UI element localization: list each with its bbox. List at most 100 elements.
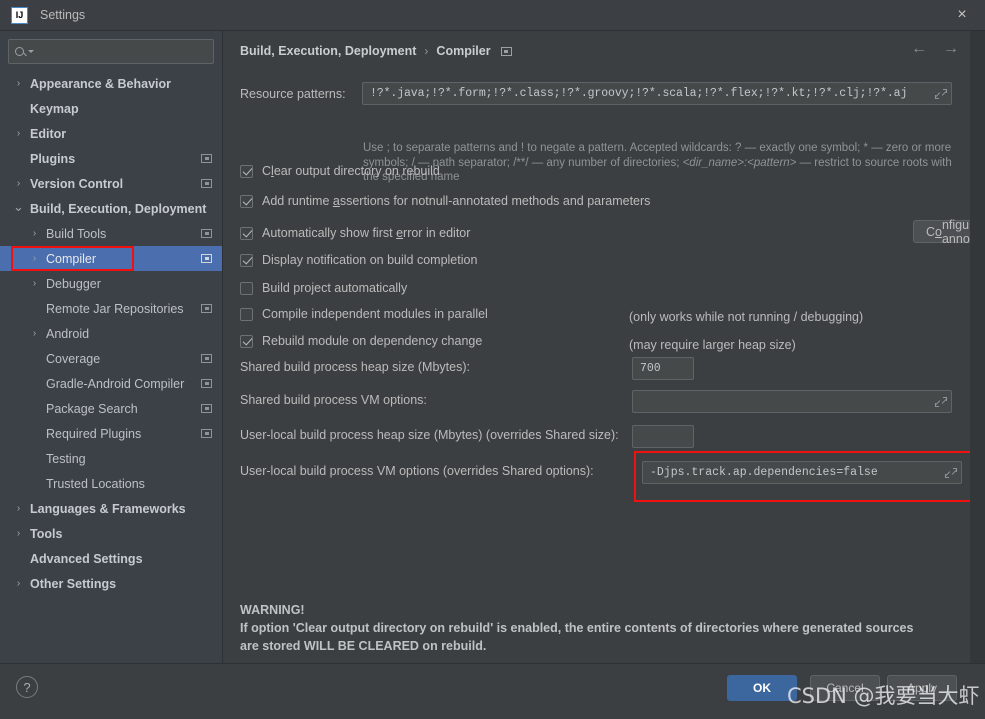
field-input-wrap[interactable] [632,425,694,448]
sidebar-item-build-execution-deployment[interactable]: ⌄ Build, Execution, Deployment [0,196,222,221]
field-label: Shared build process heap size (Mbytes): [240,360,470,374]
checkbox-label-post: rror in editor [403,226,471,240]
checkbox-checked-icon[interactable] [240,164,253,178]
resource-patterns-field[interactable] [362,82,952,105]
navigation-arrows: ← → [911,41,959,57]
sidebar-item-appearance-behavior[interactable]: › Appearance & Behavior [0,71,222,96]
chevron-right-icon[interactable]: › [12,128,25,139]
checkbox-checked-icon[interactable] [240,194,253,208]
breadcrumb-leaf[interactable]: Compiler [436,44,490,58]
sidebar-item-label: Gradle-Android Compiler [46,376,185,391]
window-titlebar: IJ Settings × [0,0,985,31]
sidebar-item-version-control[interactable]: › Version Control [0,171,222,196]
sidebar-item-advanced-settings[interactable]: Advanced Settings [0,546,222,571]
field-input-wrap[interactable] [642,461,962,484]
sidebar-item-keymap[interactable]: Keymap [0,96,222,121]
sidebar-item-other-settings[interactable]: › Other Settings [0,571,222,596]
ok-button[interactable]: OK [727,675,797,701]
note-parallel-modules: (may require larger heap size) [629,338,796,352]
checkbox-unchecked-icon[interactable] [240,307,253,321]
cancel-button[interactable]: Cancel [810,675,880,701]
checkbox-row-6[interactable]: Rebuild module on dependency change [240,332,482,350]
checkbox-row-4[interactable]: Build project automatically [240,279,407,297]
settings-main-panel: Build, Execution, Deployment › Compiler … [224,31,985,663]
sidebar-item-build-tools[interactable]: › Build Tools [0,221,222,246]
checkbox-row-0[interactable]: Clear output directory on rebuild [240,162,440,180]
sidebar-item-remote-jar-repositories[interactable]: Remote Jar Repositories [0,296,222,321]
chevron-down-icon[interactable]: ⌄ [12,200,25,213]
resource-patterns-input[interactable] [370,87,932,100]
chevron-right-icon[interactable]: › [28,328,41,339]
back-arrow-icon[interactable]: ← [911,41,927,57]
checkbox-checked-icon[interactable] [240,334,253,348]
sidebar-search-wrap [0,31,222,64]
project-scope-badge-icon [201,254,212,263]
sidebar-item-label: Appearance & Behavior [30,76,172,91]
apply-button[interactable]: Apply [887,675,957,701]
checkbox-label-pre: Automatically show first [262,226,397,240]
sidebar-item-label: Required Plugins [46,426,142,441]
expand-icon[interactable] [945,467,957,479]
warning-title: WARNING! [240,603,305,617]
search-input[interactable] [38,44,207,59]
sidebar-item-gradle-android-compiler[interactable]: Gradle-Android Compiler [0,371,222,396]
field-input-wrap[interactable] [632,390,952,413]
sidebar-item-debugger[interactable]: › Debugger [0,271,222,296]
sidebar-item-editor[interactable]: › Editor [0,121,222,146]
chevron-right-icon[interactable]: › [28,278,41,289]
project-scope-badge-icon [201,404,212,413]
checkbox-checked-icon[interactable] [240,253,253,267]
chevron-right-icon[interactable]: › [12,503,25,514]
help-icon[interactable]: ? [16,676,38,698]
checkbox-row-3[interactable]: Display notification on build completion [240,251,477,269]
checkbox-row-5[interactable]: Compile independent modules in parallel [240,305,488,323]
sidebar-item-android[interactable]: › Android [0,321,222,346]
expand-icon[interactable] [935,396,947,408]
sidebar-item-label: Version Control [30,176,124,191]
sidebar-item-testing[interactable]: Testing [0,446,222,471]
checkbox-checked-icon[interactable] [240,226,253,240]
checkbox-unchecked-icon[interactable] [240,281,253,295]
field-input[interactable] [640,395,932,408]
search-icon [15,47,24,56]
chevron-right-icon[interactable]: › [12,178,25,189]
field-input[interactable] [650,466,942,479]
search-box[interactable] [8,39,214,64]
sidebar-item-trusted-locations[interactable]: Trusted Locations [0,471,222,496]
sidebar-item-required-plugins[interactable]: Required Plugins [0,421,222,446]
checkbox-label: Display notification on build completion [262,253,477,267]
sidebar-item-package-search[interactable]: Package Search [0,396,222,421]
chevron-right-icon[interactable]: › [12,528,25,539]
breadcrumb-root[interactable]: Build, Execution, Deployment [240,44,416,58]
checkbox-row-2[interactable]: Automatically show first error in editor [240,224,470,242]
sidebar-item-tools[interactable]: › Tools [0,521,222,546]
forward-arrow-icon[interactable]: → [943,41,959,57]
chevron-right-icon[interactable]: › [28,253,41,264]
project-scope-badge-icon [201,229,212,238]
chevron-right-icon[interactable]: › [28,228,41,239]
search-dropdown-caret-icon[interactable] [28,50,34,53]
sidebar-item-languages-frameworks[interactable]: › Languages & Frameworks [0,496,222,521]
checkbox-label: Rebuild module on dependency change [262,334,482,348]
checkbox-label-pre: Build project automatically [262,281,408,295]
field-input[interactable] [640,362,689,375]
sidebar-item-compiler[interactable]: › Compiler [0,246,222,271]
field-input-wrap[interactable] [632,357,694,380]
chevron-right-icon[interactable]: › [12,578,25,589]
sidebar-item-coverage[interactable]: Coverage [0,346,222,371]
sidebar-item-plugins[interactable]: Plugins [0,146,222,171]
chevron-right-icon [12,104,25,114]
close-icon[interactable]: × [939,0,985,30]
chevron-right-icon[interactable]: › [12,78,25,89]
sidebar-item-label: Editor [30,126,67,141]
resource-patterns-hint: Use ; to separate patterns and ! to nega… [363,141,966,185]
expand-icon[interactable] [935,88,947,100]
checkbox-row-1[interactable]: Add runtime assertions for notnull-annot… [240,192,650,210]
checkbox-label-mnemonic: e [396,226,404,240]
field-input[interactable] [640,430,689,443]
warning-line-1: If option 'Clear output directory on reb… [240,621,914,635]
project-scope-badge-icon [201,154,212,163]
chevron-right-icon [28,379,41,389]
field-row-0: Shared build process heap size (Mbytes): [240,357,694,380]
chevron-right-icon [28,404,41,414]
